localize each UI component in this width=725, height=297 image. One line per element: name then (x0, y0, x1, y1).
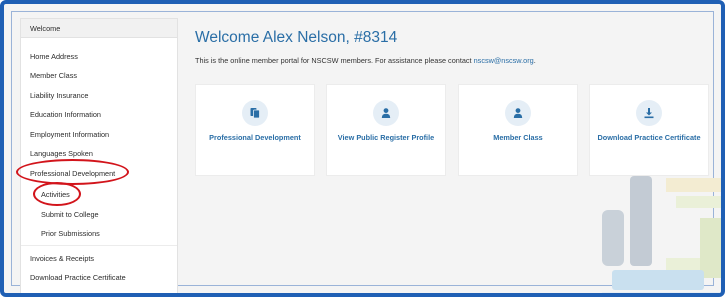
sidebar-item-label: Home Address (30, 52, 78, 61)
card-professional-development[interactable]: Professional Development (195, 84, 315, 176)
sidebar-item-education-information[interactable]: Education Information (21, 105, 177, 124)
screenshot-frame: Welcome Home Address Member Class Liabil… (0, 0, 725, 297)
sidebar-item-label: Liability Insurance (30, 91, 89, 100)
sidebar-item-label: Member Class (30, 71, 78, 80)
sidebar-divider (21, 245, 177, 246)
person-icon (513, 108, 523, 118)
support-email-link[interactable]: nscsw@nscsw.org (474, 56, 534, 65)
sidebar-item-label: Prior Submissions (41, 229, 100, 238)
sidebar-item-label: Languages Spoken (30, 149, 93, 158)
person-icon (381, 108, 391, 118)
card-icon-circle (636, 100, 662, 126)
sidebar-item-member-class[interactable]: Member Class (21, 66, 177, 85)
card-member-class[interactable]: Member Class (458, 84, 578, 176)
sidebar-item-welcome[interactable]: Welcome (21, 19, 177, 38)
decorative-background-shapes (602, 176, 721, 293)
card-label: Download Practice Certificate (597, 133, 701, 142)
sidebar-item-label: Welcome (30, 24, 61, 33)
sidebar-item-languages-spoken[interactable]: Languages Spoken (21, 144, 177, 163)
card-icon-circle (242, 100, 268, 126)
card-icon-circle (373, 100, 399, 126)
card-download-practice-certificate[interactable]: Download Practice Certificate (589, 84, 709, 176)
sidebar-item-label: Download Practice Certificate (30, 273, 126, 282)
sidebar-subitem-submit-to-college[interactable]: Submit to College (21, 205, 177, 224)
card-icon-circle (505, 100, 531, 126)
sidebar-item-label: Activities (41, 190, 70, 199)
sidebar-item-label: Professional Development (30, 169, 116, 178)
main-content: Welcome Alex Nelson, #8314 This is the o… (176, 18, 721, 293)
card-view-public-register-profile[interactable]: View Public Register Profile (326, 84, 446, 176)
sidebar-item-label: Invoices & Receipts (30, 254, 95, 263)
sidebar-item-professional-development[interactable]: Professional Development (21, 164, 177, 183)
intro-text-body: This is the online member portal for NSC… (195, 56, 474, 65)
sidebar-item-label: Submit to College (41, 210, 99, 219)
sidebar-nav: Welcome Home Address Member Class Liabil… (20, 18, 178, 293)
sidebar-item-download-practice-certificate[interactable]: Download Practice Certificate (21, 268, 177, 287)
sidebar-item-label: Employment Information (30, 130, 110, 139)
sidebar-item-label: Education Information (30, 110, 101, 119)
intro-text: This is the online member portal for NSC… (195, 56, 536, 65)
card-label: Member Class (493, 133, 543, 142)
sidebar-item-liability-insurance[interactable]: Liability Insurance (21, 86, 177, 105)
sidebar-item-home-address[interactable]: Home Address (21, 47, 177, 66)
documents-icon (250, 108, 260, 119)
download-icon (644, 108, 654, 119)
sidebar-item-employment-information[interactable]: Employment Information (21, 125, 177, 144)
card-label: View Public Register Profile (337, 133, 435, 142)
sidebar-subitem-activities[interactable]: Activities (21, 185, 177, 204)
intro-text-end: . (533, 56, 536, 65)
sidebar-item-invoices-receipts[interactable]: Invoices & Receipts (21, 249, 177, 268)
sidebar-subitem-prior-submissions[interactable]: Prior Submissions (21, 224, 177, 243)
page-title: Welcome Alex Nelson, #8314 (195, 29, 398, 46)
card-label: Professional Development (209, 133, 301, 142)
